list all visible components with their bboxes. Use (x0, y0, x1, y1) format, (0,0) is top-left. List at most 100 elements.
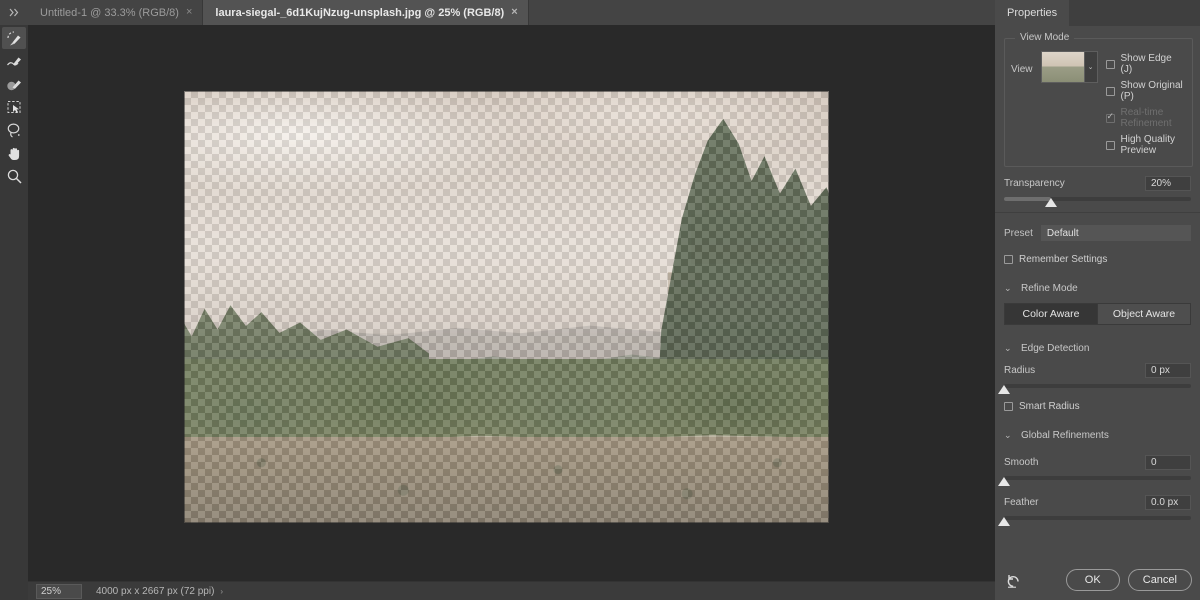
expand-panels-button[interactable] (0, 0, 28, 25)
smooth-row: Smooth 0 (995, 455, 1200, 486)
radius-label: Radius (1004, 365, 1036, 376)
smooth-label: Smooth (1004, 457, 1039, 468)
checkbox-label: Real-time Refinement (1120, 107, 1172, 129)
cancel-button[interactable]: Cancel (1127, 569, 1192, 591)
view-mode-group: View Mode View ⌄ Show Edge (J) Show Orig… (1004, 32, 1193, 167)
document-dimensions-text: 4000 px x 2667 px (72 ppi) (96, 585, 215, 597)
slider-thumb[interactable] (1044, 198, 1057, 207)
checkbox-box[interactable] (1004, 255, 1013, 264)
checkbox-show-original[interactable]: Show Original (P) (1105, 80, 1187, 102)
document-dimensions-info[interactable]: 4000 px x 2667 px (72 ppi) › (96, 586, 223, 597)
checkbox-label: Show Original (P) (1120, 80, 1183, 102)
tool-refine-edge-brush[interactable] (2, 50, 26, 72)
tool-zoom[interactable] (2, 165, 26, 187)
checkbox-label: Remember Settings (1019, 254, 1108, 265)
tool-brush[interactable] (2, 73, 26, 95)
properties-tab-row: Properties (995, 0, 1200, 26)
document-tab-active[interactable]: laura-siegal-_6d1KujNzug-unsplash.jpg @ … (203, 0, 529, 25)
slider-fill (1004, 197, 1051, 201)
close-icon[interactable]: × (511, 7, 517, 18)
refine-mode-segmented-control: Color Aware Object Aware (1004, 303, 1191, 325)
tool-object-selection[interactable] (2, 96, 26, 118)
radius-slider[interactable] (998, 384, 1191, 394)
divider (995, 212, 1200, 213)
checkbox-remember-settings[interactable]: Remember Settings (995, 254, 1200, 265)
chevron-down-icon[interactable]: ⌄ (1004, 430, 1012, 441)
document-image[interactable] (184, 91, 829, 523)
smooth-value-input[interactable]: 0 (1145, 455, 1191, 470)
select-and-mask-workspace: Untitled-1 @ 33.3% (RGB/8) × laura-siega… (0, 0, 1200, 600)
view-mode-legend: View Mode (1015, 32, 1075, 43)
preset-select[interactable]: Default (1040, 225, 1191, 241)
feather-value-input[interactable]: 0.0 px (1145, 495, 1191, 510)
transparency-row: Transparency 20% (995, 176, 1200, 207)
zoom-level-input[interactable]: 25% (36, 583, 82, 599)
slider-thumb[interactable] (998, 477, 1010, 486)
chevron-down-icon[interactable]: ⌄ (1083, 52, 1097, 82)
checkbox-box[interactable] (1105, 140, 1115, 150)
transparency-slider[interactable] (1004, 197, 1191, 207)
feather-slider[interactable] (998, 516, 1191, 526)
view-mode-thumbnail[interactable] (1041, 52, 1084, 82)
feather-label: Feather (1004, 497, 1039, 508)
checkbox-box[interactable] (1105, 86, 1115, 96)
document-tab-label: Untitled-1 @ 33.3% (RGB/8) (40, 6, 179, 19)
checkbox-label: Smart Radius (1019, 401, 1080, 412)
quick-selection-brush-icon (6, 30, 20, 45)
checkbox-high-quality-preview[interactable]: High Quality Preview (1105, 134, 1187, 156)
lasso-icon (7, 122, 20, 138)
radius-value-input[interactable]: 0 px (1145, 363, 1191, 378)
feather-row: Feather 0.0 px (995, 495, 1200, 526)
zoom-icon (7, 169, 22, 184)
tool-lasso[interactable] (2, 119, 26, 141)
transparency-label: Transparency (1004, 178, 1065, 189)
section-edge-detection[interactable]: ⌄ Edge Detection (995, 343, 1200, 354)
document-tab-label: laura-siegal-_6d1KujNzug-unsplash.jpg @ … (215, 6, 505, 19)
section-title: Refine Mode (1021, 283, 1078, 294)
section-title: Global Refinements (1021, 430, 1109, 441)
checkbox-box[interactable] (1105, 59, 1115, 69)
slider-thumb[interactable] (998, 517, 1010, 526)
selection-boundary (184, 91, 829, 523)
chevron-right-icon[interactable]: › (220, 587, 223, 596)
slider-thumb[interactable] (998, 385, 1010, 394)
checkbox-smart-radius[interactable]: Smart Radius (995, 401, 1200, 412)
preset-label: Preset (1004, 227, 1033, 239)
checkbox-box (1105, 112, 1115, 123)
segment-color-aware[interactable]: Color Aware (1005, 304, 1097, 324)
checkbox-box[interactable] (1004, 402, 1013, 411)
panel-footer: OK Cancel (995, 560, 1200, 600)
document-tab-bar: Untitled-1 @ 33.3% (RGB/8) × laura-siega… (0, 0, 995, 25)
view-label: View (1011, 64, 1033, 75)
checkbox-realtime-refinement: Real-time Refinement (1105, 107, 1187, 129)
checkbox-label: Show Edge (J) (1120, 53, 1172, 75)
double-chevron-right-icon (9, 8, 18, 17)
reset-button[interactable] (1003, 570, 1023, 590)
view-mode-checkbox-list: Show Edge (J) Show Original (P) Real-tim… (1105, 51, 1187, 156)
tab-properties[interactable]: Properties (995, 0, 1070, 26)
tool-quick-selection-brush[interactable] (2, 27, 26, 49)
smooth-slider[interactable] (998, 476, 1191, 486)
section-refine-mode[interactable]: ⌄ Refine Mode (995, 283, 1200, 294)
hand-icon (8, 147, 19, 160)
checkbox-label: High Quality Preview (1120, 134, 1175, 156)
view-mode-selector[interactable]: ⌄ (1040, 51, 1098, 83)
ok-button[interactable]: OK (1065, 569, 1120, 591)
brush-icon (6, 80, 21, 90)
preset-row: Preset Default (995, 225, 1200, 241)
tool-hand[interactable] (2, 142, 26, 164)
chevron-down-icon[interactable]: ⌄ (1004, 343, 1012, 354)
refine-edge-brush-icon (6, 57, 21, 66)
transparency-value-input[interactable]: 20% (1145, 176, 1191, 191)
canvas-area[interactable] (28, 25, 995, 581)
tools-panel (0, 25, 28, 600)
chevron-down-icon[interactable]: ⌄ (1004, 283, 1012, 294)
status-bar: 25% 4000 px x 2667 px (72 ppi) › (28, 581, 995, 600)
checkbox-show-edge[interactable]: Show Edge (J) (1105, 53, 1187, 75)
document-tab[interactable]: Untitled-1 @ 33.3% (RGB/8) × (28, 0, 204, 25)
segment-object-aware[interactable]: Object Aware (1097, 304, 1190, 324)
radius-row: Radius 0 px (995, 363, 1200, 394)
close-icon[interactable]: × (186, 7, 192, 18)
section-title: Edge Detection (1021, 343, 1090, 354)
section-global-refinements[interactable]: ⌄ Global Refinements (995, 430, 1200, 441)
